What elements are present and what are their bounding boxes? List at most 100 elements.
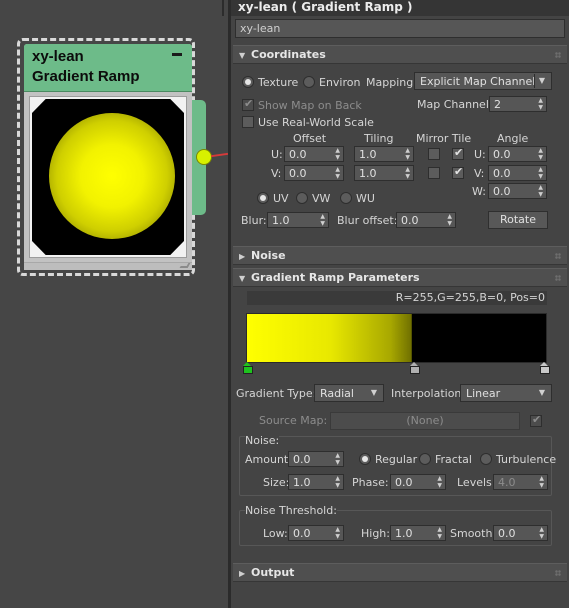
tile-u-checkbox[interactable] <box>452 146 464 160</box>
vw-radio[interactable] <box>296 192 308 204</box>
offset-u-label: U: <box>271 148 283 161</box>
map-channel-spinner[interactable]: 2 ▲ ▼ <box>489 96 547 112</box>
spinner-arrows-icon[interactable]: ▲ ▼ <box>335 452 340 466</box>
ramp-flag-green[interactable] <box>243 362 253 374</box>
levels-spinner[interactable]: 4.0 ▲ ▼ <box>493 474 548 490</box>
tile-v-checkbox[interactable] <box>452 165 464 179</box>
angle-w-spinner[interactable]: 0.0 ▲ ▼ <box>488 183 547 199</box>
rollout-noise[interactable]: ▶ Noise <box>233 246 567 265</box>
blur-label: Blur: <box>241 214 267 227</box>
mirror-v-checkbox[interactable] <box>428 167 440 179</box>
high-label: High: <box>361 527 390 540</box>
rollout-output[interactable]: ▶ Output <box>233 563 567 582</box>
turbulence-radio[interactable] <box>480 453 492 465</box>
uv-radio[interactable] <box>257 192 269 204</box>
ramp-flag-end[interactable] <box>540 362 550 374</box>
offset-v-spinner[interactable]: 0.0 ▲ ▼ <box>284 165 344 181</box>
angle-v-spinner[interactable]: 0.0 ▲ ▼ <box>488 165 547 181</box>
spinner-arrows-icon[interactable]: ▲ ▼ <box>405 166 410 180</box>
flag-info-bar: R=255,G=255,B=0, Pos=0 <box>247 291 547 305</box>
wu-label: WU <box>356 192 375 205</box>
spinner-arrows-icon[interactable]: ▲ ▼ <box>447 213 452 227</box>
spinner-arrows-icon[interactable]: ▲ ▼ <box>538 184 543 198</box>
phase-label: Phase: <box>352 476 389 489</box>
size-spinner[interactable]: 1.0 ▲ ▼ <box>288 474 344 490</box>
node-footer <box>24 262 192 270</box>
spinner-arrows-icon[interactable]: ▲ ▼ <box>335 475 340 489</box>
map-name-field[interactable]: xy-lean <box>235 19 565 38</box>
angle-u-value: 0.0 <box>493 148 511 161</box>
spinner-arrows-icon[interactable]: ▲ ▼ <box>538 147 543 161</box>
blur-value: 1.0 <box>272 214 290 227</box>
angle-v-value: 0.0 <box>493 167 511 180</box>
spinner-arrows-icon[interactable]: ▲ ▼ <box>335 166 340 180</box>
spinner-arrows-icon[interactable]: ▲ ▼ <box>538 97 543 111</box>
spinner-arrows-icon[interactable]: ▲ ▼ <box>335 147 340 161</box>
rotate-button[interactable]: Rotate <box>488 211 548 229</box>
minimize-icon[interactable] <box>172 53 182 56</box>
tiling-v-value: 1.0 <box>359 167 377 180</box>
blur-offset-spinner[interactable]: 0.0 ▲ ▼ <box>396 212 456 228</box>
output-socket[interactable] <box>196 149 212 165</box>
spinner-arrows-icon[interactable]: ▲ ▼ <box>539 526 544 540</box>
rollout-label: Output <box>251 566 295 579</box>
node-header[interactable]: xy-lean Gradient Ramp <box>24 44 192 92</box>
smooth-value: 0.0 <box>498 527 516 540</box>
node-name: xy-lean <box>32 48 84 65</box>
material-preview <box>32 99 184 255</box>
texture-label: Texture <box>258 76 299 89</box>
expand-arrow-icon: ▶ <box>239 569 246 578</box>
spinner-arrows-icon[interactable]: ▲ ▼ <box>335 526 340 540</box>
node-preview-frame <box>29 96 187 258</box>
amount-value: 0.0 <box>293 453 311 466</box>
angle-u-spinner[interactable]: 0.0 ▲ ▼ <box>488 146 547 162</box>
col-offset: Offset <box>293 132 327 145</box>
rollout-label: Coordinates <box>251 48 326 61</box>
tiling-u-spinner[interactable]: 1.0 ▲ ▼ <box>354 146 414 162</box>
smooth-spinner[interactable]: 0.0 ▲ ▼ <box>493 525 548 541</box>
parameter-editor: xy-lean ( Gradient Ramp ) xy-lean ▼ Coor… <box>231 0 569 608</box>
low-label: Low: <box>263 527 288 540</box>
environ-label: Environ <box>319 76 361 89</box>
tiling-v-spinner[interactable]: 1.0 ▲ ▼ <box>354 165 414 181</box>
fractal-radio[interactable] <box>419 453 431 465</box>
source-map-checkbox[interactable] <box>530 413 542 427</box>
slate-node-view[interactable]: xy-lean Gradient Ramp <box>0 0 229 608</box>
blur-spinner[interactable]: 1.0 ▲ ▼ <box>267 212 329 228</box>
spinner-arrows-icon[interactable]: ▲ ▼ <box>539 475 544 489</box>
gradient-type-dropdown[interactable]: Radial ▼ <box>314 384 384 402</box>
source-map-button[interactable]: (None) <box>330 412 520 430</box>
gradient-ramp-preview[interactable] <box>246 313 547 363</box>
spinner-arrows-icon[interactable]: ▲ ▼ <box>405 147 410 161</box>
offset-u-spinner[interactable]: 0.0 ▲ ▼ <box>284 146 344 162</box>
resize-grip-icon[interactable] <box>179 263 191 268</box>
offset-v-label: V: <box>271 167 282 180</box>
wu-radio[interactable] <box>340 192 352 204</box>
interpolation-dropdown[interactable]: Linear ▼ <box>460 384 552 402</box>
regular-radio[interactable] <box>359 453 371 465</box>
gradient-ramp-node[interactable]: xy-lean Gradient Ramp <box>24 44 192 270</box>
mapping-dropdown[interactable]: Explicit Map Channel ▼ <box>414 72 552 90</box>
high-value: 1.0 <box>395 527 413 540</box>
high-spinner[interactable]: 1.0 ▲ ▼ <box>390 525 446 541</box>
phase-spinner[interactable]: 0.0 ▲ ▼ <box>390 474 446 490</box>
texture-radio[interactable] <box>242 76 254 88</box>
rollout-gradient-ramp-parameters[interactable]: ▼ Gradient Ramp Parameters <box>233 268 567 287</box>
spinner-arrows-icon[interactable]: ▲ ▼ <box>538 166 543 180</box>
spinner-arrows-icon[interactable]: ▲ ▼ <box>320 213 325 227</box>
blur-offset-label: Blur offset: <box>337 214 398 227</box>
mirror-u-checkbox[interactable] <box>428 148 440 160</box>
tiling-u-value: 1.0 <box>359 148 377 161</box>
environ-radio[interactable] <box>303 76 315 88</box>
rollout-label: Noise <box>251 249 286 262</box>
low-spinner[interactable]: 0.0 ▲ ▼ <box>288 525 344 541</box>
rollout-coordinates[interactable]: ▼ Coordinates <box>233 45 567 64</box>
ramp-flag-mid[interactable] <box>410 362 420 374</box>
preview-sphere <box>49 113 175 239</box>
show-map-on-back-checkbox[interactable] <box>242 97 254 111</box>
amount-spinner[interactable]: 0.0 ▲ ▼ <box>288 451 344 467</box>
spinner-arrows-icon[interactable]: ▲ ▼ <box>437 475 442 489</box>
amount-label: Amount: <box>245 453 292 466</box>
real-world-scale-checkbox[interactable] <box>242 116 254 128</box>
spinner-arrows-icon[interactable]: ▲ ▼ <box>437 526 442 540</box>
